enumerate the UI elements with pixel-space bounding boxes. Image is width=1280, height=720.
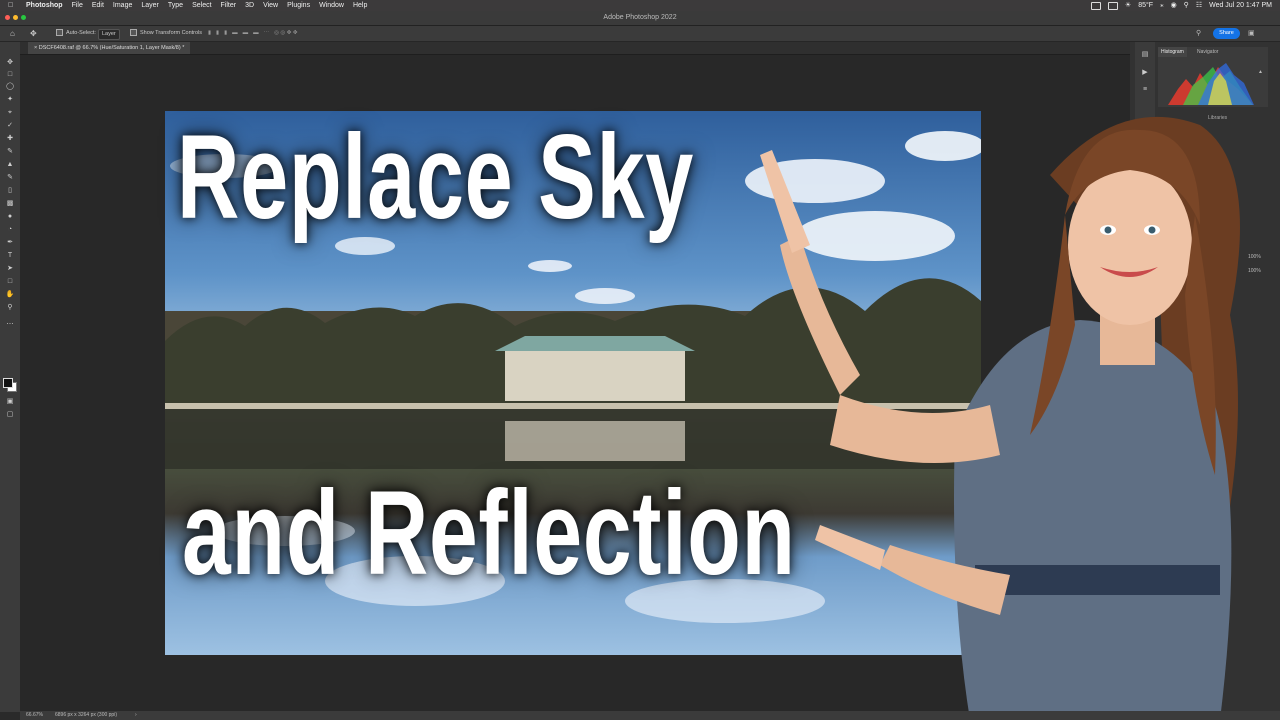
adjustments-icon[interactable]: ≡ (1140, 86, 1150, 93)
document-dimensions: 6896 px x 3264 px (300 ppi) (55, 712, 117, 718)
type-icon[interactable]: T (5, 251, 15, 261)
rectangle-icon[interactable]: □ (5, 277, 15, 287)
weather-icon[interactable]: ☀ (1125, 0, 1131, 11)
zoom-level[interactable]: 66.67% (26, 711, 43, 720)
window-titlebar: Adobe Photoshop 2022 (0, 11, 1280, 26)
warning-icon[interactable]: ▲ (1258, 69, 1263, 75)
align-bottom-icon[interactable]: ▬ (253, 26, 259, 41)
zoom-window-icon[interactable] (21, 15, 26, 20)
menu-filter[interactable]: Filter (221, 0, 237, 11)
menu-window[interactable]: Window (319, 0, 344, 11)
gradient-icon[interactable]: ▩ (5, 199, 15, 209)
history-brush-icon[interactable]: ✎ (5, 173, 15, 183)
presenter-illustration (760, 116, 1240, 720)
quick-select-icon[interactable]: ✦ (5, 95, 15, 105)
menu-view[interactable]: View (263, 0, 278, 11)
align-left-icon[interactable]: ▮ (208, 26, 211, 41)
zoom-icon[interactable]: ⚲ (5, 303, 15, 313)
clone-stamp-icon[interactable]: ▲ (5, 160, 15, 170)
menubar-status: ☀ 85°F ⁎ ◉ ⚲ ☷ Wed Jul 20 1:47 PM (1090, 0, 1272, 11)
menu-plugins[interactable]: Plugins (287, 0, 310, 11)
quick-mask-icon[interactable]: ▣ (5, 397, 15, 407)
play-actions-icon[interactable]: ▶ (1140, 68, 1150, 76)
properties-icon[interactable]: ▤ (1140, 50, 1150, 58)
menu-select[interactable]: Select (192, 0, 211, 11)
more-options-icon[interactable]: ⋯ (264, 26, 270, 41)
document-tab-bar: × DSCF6408.raf @ 66.7% (Hue/Saturation 1… (20, 42, 1130, 55)
tab-histogram[interactable]: Histogram (1158, 47, 1187, 57)
search-icon[interactable]: ⚲ (1184, 0, 1189, 11)
window-controls (5, 15, 26, 20)
menu-help[interactable]: Help (353, 0, 367, 11)
close-window-icon[interactable] (5, 15, 10, 20)
chevron-right-icon[interactable]: › (135, 711, 137, 720)
edit-toolbar-icon[interactable]: ⋯ (5, 320, 15, 330)
menu-photoshop[interactable]: Photoshop (26, 0, 63, 11)
checkbox-icon (130, 29, 137, 37)
menu-edit[interactable]: Edit (92, 0, 104, 11)
menu-3d[interactable]: 3D (245, 0, 254, 11)
menu-layer[interactable]: Layer (141, 0, 159, 11)
home-icon[interactable]: ⌂ (10, 26, 15, 41)
menu-file[interactable]: File (72, 0, 83, 11)
tab-navigator[interactable]: Navigator (1194, 47, 1221, 57)
screen-icon[interactable] (1107, 1, 1118, 10)
weather-text: 85°F (1138, 2, 1154, 9)
camera-icon[interactable] (1090, 1, 1101, 10)
blur-icon[interactable]: ● (5, 212, 15, 222)
wifi-icon[interactable]: ◉ (1171, 0, 1177, 11)
window-title: Adobe Photoshop 2022 (603, 14, 677, 21)
layer-select-dropdown[interactable]: Layer (98, 29, 120, 40)
pen-icon[interactable]: ✒ (5, 238, 15, 248)
share-button[interactable]: Share (1213, 28, 1240, 39)
control-center-icon[interactable]: ☷ (1196, 0, 1202, 11)
menu-type[interactable]: Type (168, 0, 183, 11)
auto-select-checkbox[interactable]: Auto-Select: (56, 26, 96, 41)
bluetooth-icon[interactable]: ⁎ (1160, 0, 1164, 11)
marquee-icon[interactable]: □ (5, 70, 15, 80)
checkbox-icon (56, 29, 63, 37)
eraser-icon[interactable]: ▯ (5, 186, 15, 196)
align-top-icon[interactable]: ▬ (232, 26, 238, 41)
move-icon[interactable]: ✥ (5, 58, 15, 68)
document-tab-title: DSCF6408.raf @ 66.7% (Hue/Saturation 1, … (38, 45, 185, 51)
align-center-icon[interactable]: ▮ (216, 26, 219, 41)
headline-replace-sky: Replace Sky (177, 110, 695, 244)
hand-icon[interactable]: ✋ (5, 290, 15, 300)
crop-icon[interactable]: ⌖ (5, 108, 15, 118)
show-transform-checkbox[interactable]: Show Transform Controls (130, 26, 202, 41)
minimize-window-icon[interactable] (13, 15, 18, 20)
align-buttons: ▮ ▮ ▮ ▬ ▬ ▬ ⋯ ◎ ◎ ✥ ✥ (208, 26, 298, 41)
lasso-icon[interactable]: ◯ (5, 82, 15, 92)
workspace-icon[interactable]: ▣ (1248, 26, 1255, 41)
status-bar: 66.67% 6896 px x 3264 px (300 ppi) › (20, 711, 1280, 720)
apple-icon[interactable]:  (8, 0, 13, 11)
clock[interactable]: Wed Jul 20 1:47 PM (1209, 0, 1272, 11)
document-tab[interactable]: × DSCF6408.raf @ 66.7% (Hue/Saturation 1… (28, 42, 191, 54)
align-middle-icon[interactable]: ▬ (243, 26, 249, 41)
align-right-icon[interactable]: ▮ (224, 26, 227, 41)
path-select-icon[interactable]: ➤ (5, 264, 15, 274)
brush-icon[interactable]: ✎ (5, 147, 15, 157)
dodge-icon[interactable]: ◔ (5, 225, 15, 235)
menu-image[interactable]: Image (113, 0, 132, 11)
macos-menubar:  Photoshop File Edit Image Layer Type S… (0, 0, 1280, 11)
3d-mode-icon[interactable]: ◎ ◎ ✥ ✥ (274, 26, 297, 41)
options-bar: ⌂ ✥ Auto-Select: Layer Show Transform Co… (0, 26, 1280, 42)
search-icon[interactable]: ⚲ (1196, 26, 1201, 41)
auto-select-label: Auto-Select: (66, 30, 96, 36)
foreground-color-swatch[interactable] (3, 378, 13, 388)
menu-list: Photoshop File Edit Image Layer Type Sel… (26, 0, 367, 11)
healing-brush-icon[interactable]: ✚ (5, 134, 15, 144)
move-tool-icon[interactable]: ✥ (30, 26, 37, 41)
show-transform-label: Show Transform Controls (140, 30, 203, 36)
screen-mode-icon[interactable]: ▢ (5, 410, 15, 420)
eyedropper-icon[interactable]: ✓ (5, 121, 15, 131)
tools-panel: ✥ □ ◯ ✦ ⌖ ✓ ✚ ✎ ▲ ✎ ▯ ▩ ● ◔ ✒ T ➤ □ ✋ ⚲ … (0, 42, 21, 712)
